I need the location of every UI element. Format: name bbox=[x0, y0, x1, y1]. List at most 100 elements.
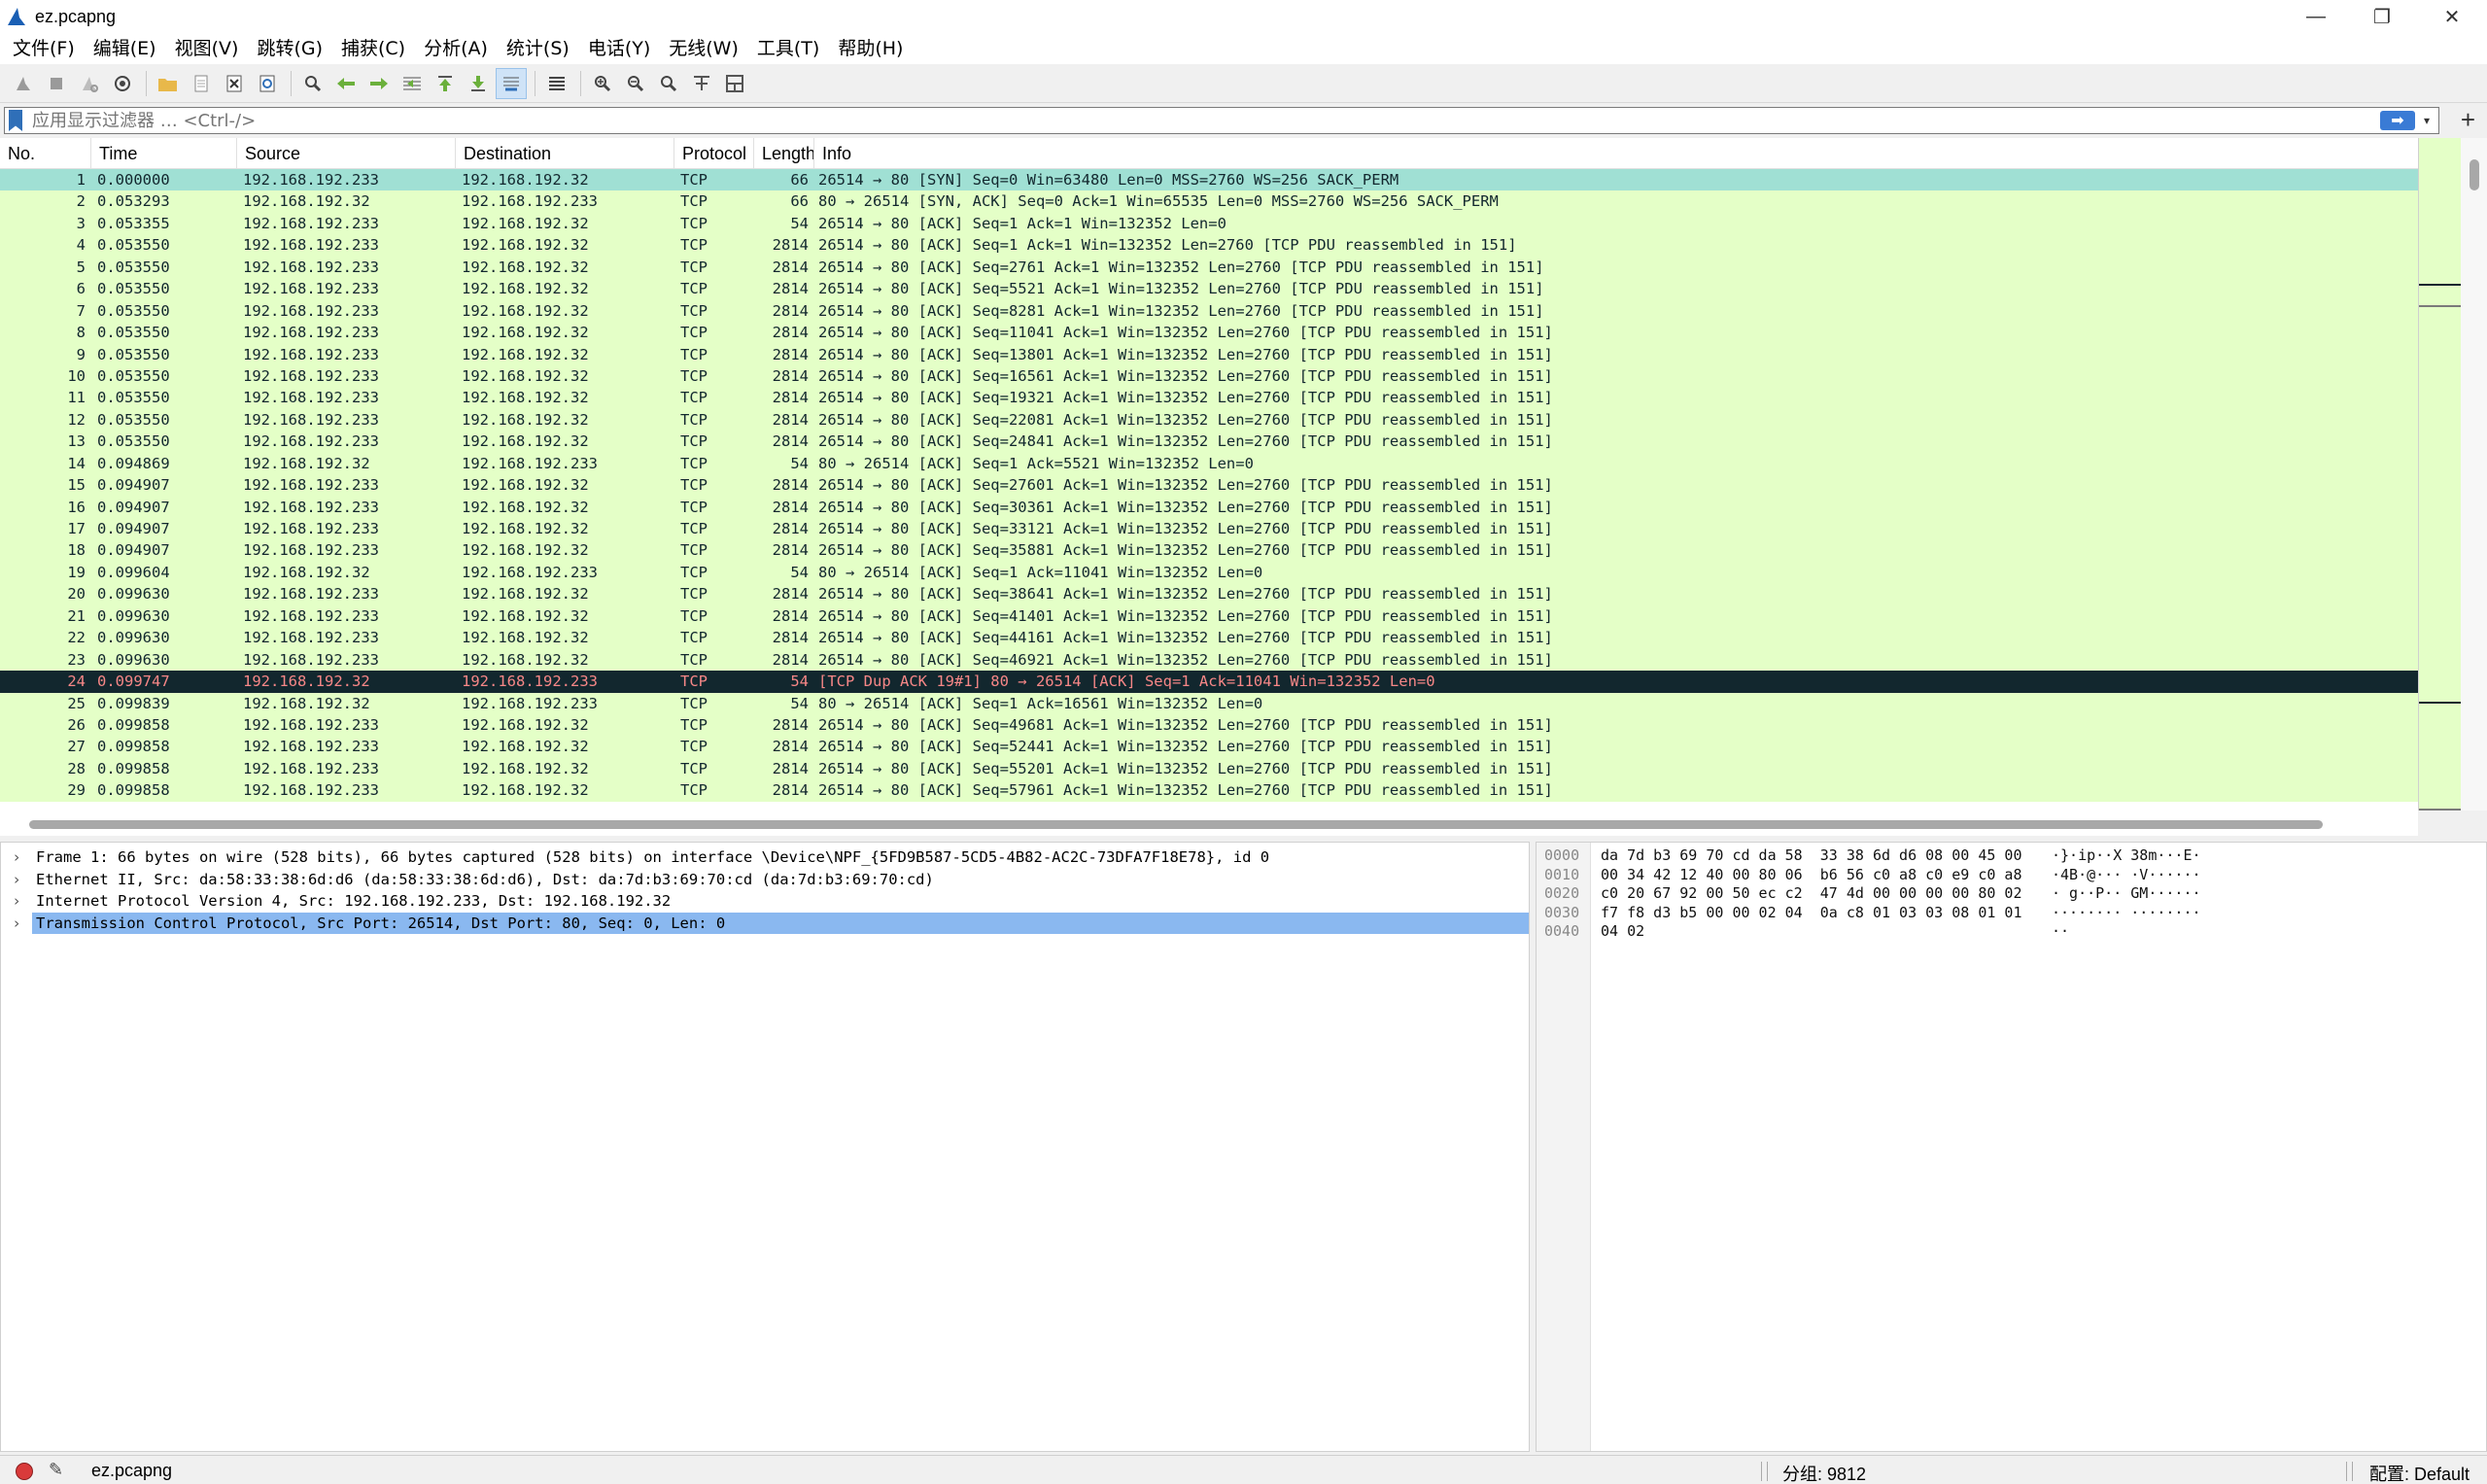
capture-options-icon[interactable] bbox=[107, 68, 138, 99]
zoom-out-icon[interactable] bbox=[620, 68, 651, 99]
column-header-time[interactable]: Time bbox=[91, 138, 237, 168]
menu-help[interactable]: 帮助(H) bbox=[831, 33, 915, 64]
packet-row[interactable]: 23 0.099630 192.168.192.233 192.168.192.32 T… bbox=[0, 648, 2418, 672]
column-header-destination[interactable]: Destination bbox=[456, 138, 674, 168]
packet-row[interactable]: 27 0.099858 192.168.192.233 192.168.192.32 T… bbox=[0, 736, 2418, 758]
hex-ascii[interactable]: · g··P·· GM······ bbox=[2052, 884, 2201, 904]
packet-row[interactable]: 2 0.053293 192.168.192.32 192.168.192.233 TC… bbox=[0, 190, 2418, 213]
find-packet-icon[interactable] bbox=[297, 68, 328, 99]
filter-dropdown-icon[interactable]: ▾ bbox=[2419, 111, 2435, 130]
expand-chevron-icon[interactable]: › bbox=[1, 846, 32, 869]
menu-telephony[interactable]: 电话(Y) bbox=[581, 33, 662, 64]
packet-row[interactable]: 24 0.099747 192.168.192.32 192.168.192.233 T… bbox=[0, 671, 2418, 693]
hex-offset[interactable]: 0040 bbox=[1544, 922, 1579, 942]
go-forward-icon[interactable] bbox=[363, 68, 395, 99]
hex-ascii[interactable]: ·· bbox=[2052, 922, 2069, 942]
status-profile[interactable]: 配置: Default bbox=[2369, 1461, 2470, 1484]
layout-grid-icon[interactable] bbox=[719, 68, 750, 99]
packet-row[interactable]: 19 0.099604 192.168.192.32 192.168.192.233 T… bbox=[0, 561, 2418, 584]
scroll-thumb[interactable] bbox=[2470, 159, 2479, 190]
restore-button[interactable]: ❐ bbox=[2350, 0, 2414, 33]
packet-row[interactable]: 29 0.099858 192.168.192.233 192.168.192.32 T… bbox=[0, 779, 2418, 802]
menu-file[interactable]: 文件(F) bbox=[6, 33, 86, 64]
close-file-icon[interactable] bbox=[219, 68, 250, 99]
colorize-icon[interactable] bbox=[541, 68, 572, 99]
column-header-info[interactable]: Info bbox=[814, 138, 2418, 168]
packet-row[interactable]: 18 0.094907 192.168.192.233 192.168.192.32 T… bbox=[0, 539, 2418, 562]
hex-bytes[interactable]: c0 20 67 92 00 50 ec c2 47 4d 00 00 00 0… bbox=[1601, 884, 2021, 904]
packet-row[interactable]: 9 0.053550 192.168.192.233 192.168.192.32 TC… bbox=[0, 343, 2418, 365]
detail-row-frame[interactable]: › Frame 1: 66 bytes on wire (528 bits), … bbox=[1, 846, 1529, 869]
minimize-button[interactable]: — bbox=[2284, 0, 2348, 33]
go-last-icon[interactable] bbox=[463, 68, 494, 99]
packet-row[interactable]: 13 0.053550 192.168.192.233 192.168.192.32 T… bbox=[0, 431, 2418, 453]
restart-capture-icon[interactable] bbox=[74, 68, 105, 99]
autoscroll-icon[interactable] bbox=[496, 67, 527, 99]
packet-row[interactable]: 26 0.099858 192.168.192.233 192.168.192.32 T… bbox=[0, 713, 2418, 737]
packet-list-hscrollbar[interactable] bbox=[0, 811, 2418, 836]
scroll-thumb[interactable] bbox=[29, 820, 2323, 829]
close-button[interactable]: ✕ bbox=[2420, 0, 2484, 33]
menu-go[interactable]: 跳转(G) bbox=[250, 33, 334, 64]
add-filter-button[interactable]: + bbox=[2461, 105, 2475, 135]
bookmark-icon[interactable] bbox=[9, 110, 22, 131]
column-header-no[interactable]: No. bbox=[0, 138, 91, 168]
packet-row[interactable]: 1 0.000000 192.168.192.233 192.168.192.32 TC… bbox=[0, 169, 2418, 191]
capture-status-icon[interactable] bbox=[16, 1463, 33, 1480]
column-header-length[interactable]: Length bbox=[754, 138, 814, 168]
packet-row[interactable]: 16 0.094907 192.168.192.233 192.168.192.32 T… bbox=[0, 496, 2418, 518]
menu-view[interactable]: 视图(V) bbox=[168, 33, 251, 64]
zoom-reset-icon[interactable] bbox=[653, 68, 684, 99]
hex-ascii[interactable]: ·4B·@··· ·V······ bbox=[2052, 866, 2201, 885]
menu-wireless[interactable]: 无线(W) bbox=[662, 33, 750, 64]
expand-chevron-icon[interactable]: › bbox=[1, 869, 32, 891]
packet-list-vscrollbar[interactable] bbox=[2461, 138, 2487, 811]
packet-row[interactable]: 5 0.053550 192.168.192.233 192.168.192.32 TC… bbox=[0, 256, 2418, 279]
hex-offset[interactable]: 0010 bbox=[1544, 866, 1579, 885]
packet-row[interactable]: 6 0.053550 192.168.192.233 192.168.192.32 TC… bbox=[0, 278, 2418, 300]
stop-capture-icon[interactable] bbox=[41, 68, 72, 99]
display-filter-input[interactable] bbox=[32, 110, 2267, 131]
menu-edit[interactable]: 编辑(E) bbox=[86, 33, 168, 64]
packet-minimap[interactable] bbox=[2418, 138, 2462, 811]
zoom-in-icon[interactable] bbox=[587, 68, 618, 99]
menu-tools[interactable]: 工具(T) bbox=[750, 33, 831, 64]
packet-row[interactable]: 11 0.053550 192.168.192.233 192.168.192.32 T… bbox=[0, 387, 2418, 409]
go-first-icon[interactable] bbox=[430, 68, 461, 99]
packet-row[interactable]: 8 0.053550 192.168.192.233 192.168.192.32 TC… bbox=[0, 322, 2418, 344]
start-capture-icon[interactable] bbox=[8, 68, 39, 99]
packet-row[interactable]: 25 0.099839 192.168.192.32 192.168.192.233 T… bbox=[0, 692, 2418, 714]
apply-filter-arrow-icon[interactable]: ➡ bbox=[2380, 111, 2415, 130]
hex-bytes[interactable]: 04 02 bbox=[1601, 922, 1644, 942]
edit-comment-icon[interactable]: ✎ bbox=[49, 1460, 63, 1480]
menu-capture[interactable]: 捕获(C) bbox=[334, 33, 417, 64]
packet-row[interactable]: 20 0.099630 192.168.192.233 192.168.192.32 T… bbox=[0, 583, 2418, 605]
go-to-packet-icon[interactable] bbox=[397, 68, 428, 99]
save-file-icon[interactable] bbox=[186, 68, 217, 99]
hex-bytes[interactable]: f7 f8 d3 b5 00 00 02 04 0a c8 01 03 03 0… bbox=[1601, 904, 2021, 923]
hex-offset[interactable]: 0000 bbox=[1544, 846, 1579, 866]
hex-ascii[interactable]: ········ ········ bbox=[2052, 904, 2201, 923]
packet-row[interactable]: 22 0.099630 192.168.192.233 192.168.192.32 T… bbox=[0, 627, 2418, 649]
resize-columns-icon[interactable] bbox=[686, 68, 717, 99]
packet-row[interactable]: 21 0.099630 192.168.192.233 192.168.192.32 T… bbox=[0, 604, 2418, 628]
detail-row-tcp[interactable]: › Transmission Control Protocol, Src Por… bbox=[1, 912, 1529, 935]
detail-row-ethernet[interactable]: › Ethernet II, Src: da:58:33:38:6d:d6 (d… bbox=[1, 869, 1529, 891]
column-header-source[interactable]: Source bbox=[237, 138, 456, 168]
packet-row[interactable]: 10 0.053550 192.168.192.233 192.168.192.32 T… bbox=[0, 364, 2418, 388]
detail-row-ipv4[interactable]: › Internet Protocol Version 4, Src: 192.… bbox=[1, 890, 1529, 913]
hex-offset[interactable]: 0020 bbox=[1544, 884, 1579, 904]
hex-offset[interactable]: 0030 bbox=[1544, 904, 1579, 923]
packet-row[interactable]: 12 0.053550 192.168.192.233 192.168.192.32 T… bbox=[0, 408, 2418, 431]
open-folder-icon[interactable] bbox=[153, 68, 184, 99]
packet-row[interactable]: 3 0.053355 192.168.192.233 192.168.192.32 TC… bbox=[0, 212, 2418, 235]
packet-row[interactable]: 4 0.053550 192.168.192.233 192.168.192.32 TC… bbox=[0, 234, 2418, 257]
packet-row[interactable]: 7 0.053550 192.168.192.233 192.168.192.32 TC… bbox=[0, 299, 2418, 323]
expand-chevron-icon[interactable]: › bbox=[1, 913, 32, 935]
hex-ascii[interactable]: ·}·ip··X 38m···E· bbox=[2052, 846, 2201, 866]
packet-row[interactable]: 14 0.094869 192.168.192.32 192.168.192.233 T… bbox=[0, 452, 2418, 475]
hex-bytes[interactable]: 00 34 42 12 40 00 80 06 b6 56 c0 a8 c0 e… bbox=[1601, 866, 2021, 885]
column-header-protocol[interactable]: Protocol bbox=[674, 138, 754, 168]
menu-analyze[interactable]: 分析(A) bbox=[417, 33, 500, 64]
packet-row[interactable]: 28 0.099858 192.168.192.233 192.168.192.32 T… bbox=[0, 757, 2418, 780]
